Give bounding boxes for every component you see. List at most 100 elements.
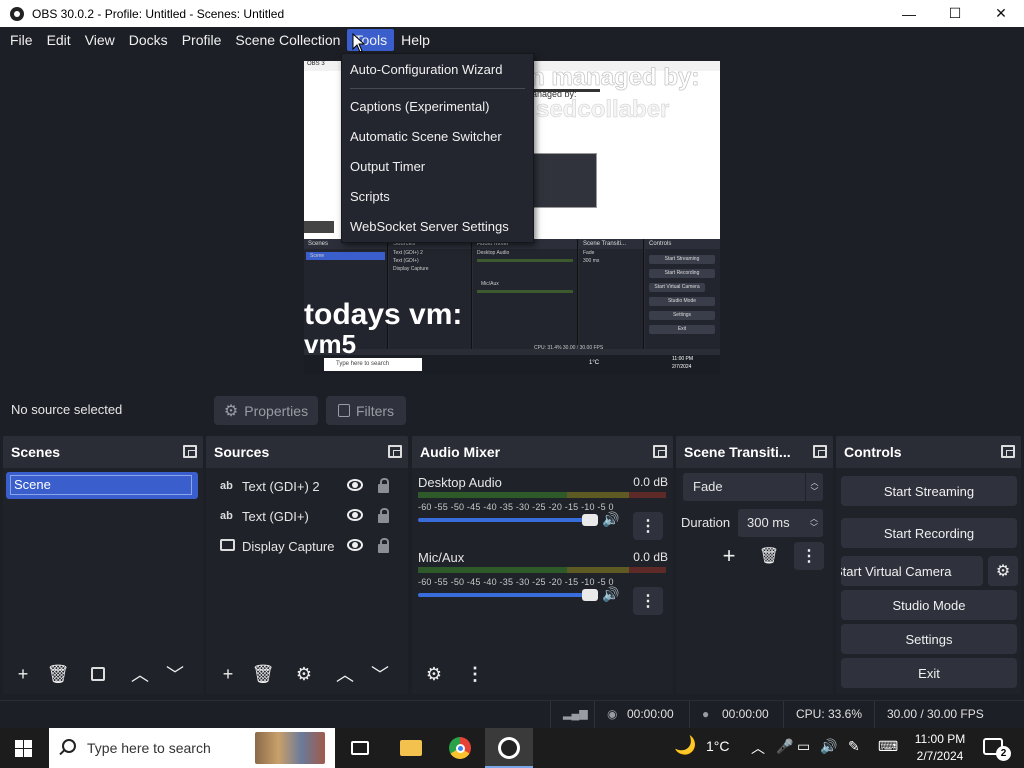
keyboard-icon[interactable]: ⌨ bbox=[878, 738, 898, 755]
studio-mode-button[interactable]: Studio Mode bbox=[841, 590, 1017, 620]
transitions-footer bbox=[676, 656, 833, 694]
transition-menu-kebab-icon[interactable]: ⋮ bbox=[794, 542, 824, 570]
menu-help[interactable]: Help bbox=[394, 29, 437, 51]
add-scene-button[interactable]: + bbox=[9, 660, 37, 688]
transition-selected: Fade bbox=[693, 479, 723, 494]
preview-source-item: Text (GDI+) bbox=[393, 258, 419, 264]
settings-button[interactable]: Settings bbox=[841, 624, 1017, 654]
file-explorer-icon[interactable] bbox=[387, 728, 435, 768]
filters-button[interactable]: Filters bbox=[326, 396, 406, 425]
source-item[interactable]: ab Text (GDI+) bbox=[206, 501, 408, 531]
menu-item-output-timer[interactable]: Output Timer bbox=[350, 159, 425, 174]
remove-source-trash-icon[interactable]: 🗑 bbox=[249, 660, 277, 688]
menu-docks[interactable]: Docks bbox=[122, 29, 175, 51]
volume-icon[interactable]: 🔊 bbox=[820, 738, 837, 755]
preview-taskbar: Type here to search 1°C 11:00 PM 2/7/202… bbox=[304, 355, 720, 374]
scene-list-item[interactable]: Scene bbox=[6, 472, 198, 499]
channel-menu-kebab-icon[interactable]: ⋮ bbox=[633, 512, 663, 540]
channel-menu-kebab-icon[interactable]: ⋮ bbox=[633, 587, 663, 615]
menu-profile[interactable]: Profile bbox=[175, 29, 229, 51]
gear-icon: ⚙ bbox=[223, 402, 239, 420]
windows-start-icon[interactable] bbox=[15, 740, 32, 757]
add-source-button[interactable]: + bbox=[214, 660, 242, 688]
start-streaming-button[interactable]: Start Streaming bbox=[841, 476, 1017, 506]
start-virtual-camera-button[interactable]: Start Virtual Camera bbox=[841, 556, 983, 586]
preview-controls-title: Controls bbox=[645, 239, 720, 249]
visibility-eye-icon[interactable] bbox=[347, 539, 363, 551]
channel-db: 0.0 dB bbox=[633, 475, 668, 489]
taskbar-search-input[interactable]: Type here to search bbox=[49, 728, 335, 768]
tools-menu: Auto-Configuration Wizard Captions (Expe… bbox=[341, 53, 534, 243]
slider-handle[interactable] bbox=[582, 589, 598, 601]
preview-ctl: Exit bbox=[649, 325, 715, 334]
preview-source-item: Display Capture bbox=[393, 266, 429, 272]
menu-item-scripts[interactable]: Scripts bbox=[350, 189, 390, 204]
chrome-icon[interactable] bbox=[436, 728, 484, 768]
lock-icon[interactable] bbox=[378, 478, 389, 493]
menu-scene-collection[interactable]: Scene Collection bbox=[228, 29, 347, 51]
volume-slider[interactable] bbox=[418, 589, 598, 601]
move-up-chevron-up-icon[interactable]: ︿ bbox=[331, 660, 359, 688]
controls-title: Controls bbox=[844, 444, 902, 460]
obs-taskbar-icon[interactable] bbox=[485, 728, 533, 768]
close-button[interactable]: ✕ bbox=[978, 0, 1024, 27]
undock-icon[interactable] bbox=[183, 445, 197, 458]
sources-dock: Sources ab Text (GDI+) 2 ab Text (GDI+) … bbox=[206, 436, 408, 694]
properties-label: Properties bbox=[244, 402, 309, 419]
visibility-eye-icon[interactable] bbox=[347, 509, 363, 521]
transition-select[interactable]: Fade ︿ ﹀ bbox=[683, 473, 823, 501]
network-icon[interactable]: ▭ bbox=[797, 738, 810, 755]
source-properties-gear-icon[interactable]: ⚙ bbox=[290, 660, 318, 688]
source-label: Text (GDI+) bbox=[242, 508, 309, 524]
speaker-icon[interactable]: 🔊 bbox=[602, 511, 619, 528]
advanced-audio-gear-icon[interactable]: ⚙ bbox=[420, 660, 448, 688]
task-view-icon[interactable] bbox=[336, 728, 384, 768]
menu-file[interactable]: File bbox=[3, 29, 40, 51]
add-transition-button[interactable]: + bbox=[714, 542, 744, 570]
scene-filters-icon[interactable] bbox=[84, 660, 112, 688]
move-up-chevron-up-icon[interactable]: ︿ bbox=[126, 660, 154, 688]
exit-button[interactable]: Exit bbox=[841, 658, 1017, 688]
duration-spinbox[interactable]: 300 ms ︿ ﹀ bbox=[738, 509, 823, 537]
mixer-menu-kebab-icon[interactable]: ⋮ bbox=[461, 660, 489, 688]
menu-edit[interactable]: Edit bbox=[40, 29, 78, 51]
microphone-icon[interactable]: 🎤 bbox=[776, 738, 793, 755]
lock-icon[interactable] bbox=[378, 508, 389, 523]
undock-icon[interactable] bbox=[1001, 445, 1015, 458]
undock-icon[interactable] bbox=[813, 445, 827, 458]
start-recording-button[interactable]: Start Recording bbox=[841, 518, 1017, 548]
taskbar-clock[interactable]: 11:00 PM 2/7/2024 bbox=[910, 731, 970, 765]
properties-button[interactable]: ⚙ Properties bbox=[214, 396, 318, 425]
lock-icon[interactable] bbox=[378, 538, 389, 553]
filters-label: Filters bbox=[355, 402, 395, 419]
preview-audio-channel: Desktop Audio bbox=[477, 250, 510, 256]
mouse-cursor-icon bbox=[352, 33, 366, 53]
visibility-eye-icon[interactable] bbox=[347, 479, 363, 491]
virtual-camera-settings-gear-icon[interactable]: ⚙ bbox=[988, 556, 1018, 586]
preview-ctl: Studio Mode bbox=[649, 297, 715, 306]
source-item[interactable]: ab Text (GDI+) 2 bbox=[206, 471, 408, 501]
maximize-button[interactable]: ☐ bbox=[932, 0, 978, 27]
remove-scene-trash-icon[interactable]: 🗑 bbox=[44, 660, 72, 688]
source-item[interactable]: Display Capture bbox=[206, 531, 408, 561]
speaker-icon[interactable]: 🔊 bbox=[602, 586, 619, 603]
show-hidden-icons-chevron-icon[interactable]: ︿ bbox=[751, 738, 765, 758]
source-label: Display Capture bbox=[242, 538, 335, 554]
menu-item-auto-config-wizard[interactable]: Auto-Configuration Wizard bbox=[350, 62, 502, 77]
menu-item-websocket-settings[interactable]: WebSocket Server Settings bbox=[350, 219, 509, 234]
slider-handle[interactable] bbox=[582, 514, 598, 526]
minimize-button[interactable]: — bbox=[886, 0, 932, 27]
stream-time: 00:00:00 bbox=[627, 707, 674, 721]
menu-item-scene-switcher[interactable]: Automatic Scene Switcher bbox=[350, 129, 502, 144]
pen-icon[interactable]: ✎ bbox=[848, 738, 860, 755]
menu-item-captions[interactable]: Captions (Experimental) bbox=[350, 99, 489, 114]
volume-slider[interactable] bbox=[418, 514, 598, 526]
menu-view[interactable]: View bbox=[78, 29, 122, 51]
undock-icon[interactable] bbox=[653, 445, 667, 458]
move-down-chevron-down-icon[interactable]: ﹀ bbox=[161, 660, 189, 688]
move-down-chevron-down-icon[interactable]: ﹀ bbox=[366, 660, 394, 688]
undock-icon[interactable] bbox=[388, 445, 402, 458]
spin-arrows-icon[interactable]: ︿ ﹀ bbox=[805, 509, 823, 537]
scenes-title: Scenes bbox=[11, 444, 61, 460]
remove-transition-trash-icon[interactable]: 🗑 bbox=[754, 542, 784, 570]
